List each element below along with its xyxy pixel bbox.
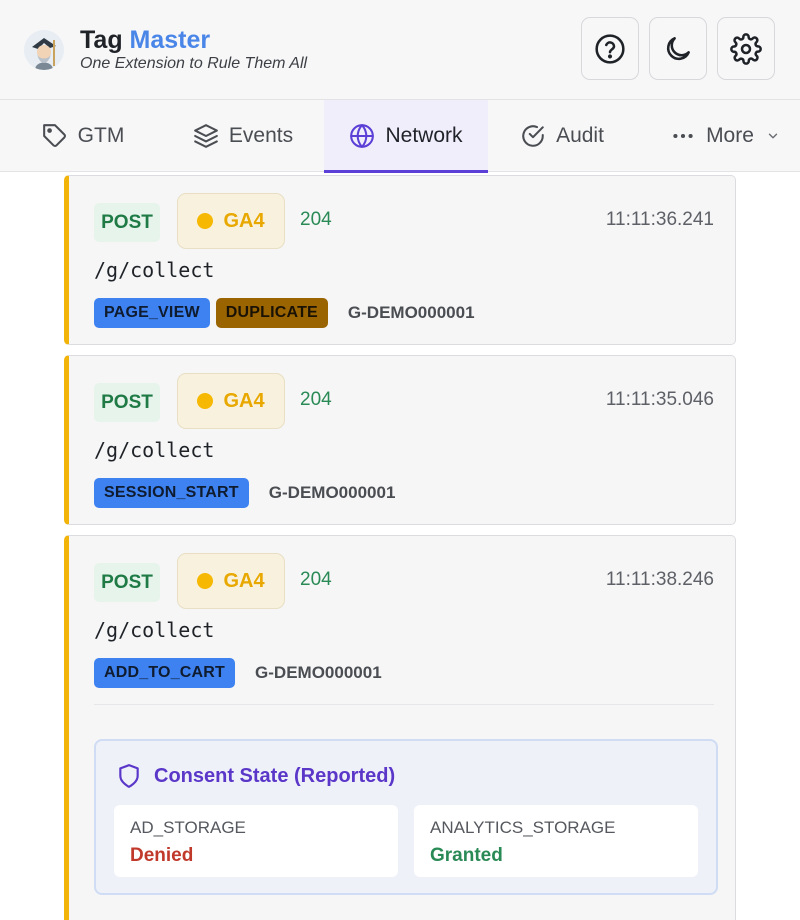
event-badge: PAGE_VIEW: [94, 298, 210, 328]
check-circle-icon: [522, 125, 544, 147]
measurement-id: G-DEMO000001: [347, 303, 475, 322]
event-badge: SESSION_START: [94, 478, 249, 508]
consent-panel: Consent State (Reported) AD_STORAGE Deni…: [94, 739, 718, 895]
shield-icon: [119, 764, 139, 788]
vendor-badge: GA4: [177, 193, 285, 249]
vendor-dot-icon: [197, 393, 214, 409]
app-title: Tag Master: [80, 26, 211, 54]
duplicate-badge: DUPLICATE: [215, 298, 328, 328]
tab-gtm[interactable]: GTM: [8, 100, 158, 172]
method-badge: POST: [94, 383, 160, 422]
consent-value: Denied: [130, 845, 194, 866]
app-header: Tag Master One Extension to Rule Them Al…: [0, 0, 800, 100]
tab-network[interactable]: Network: [324, 100, 488, 173]
tag-icon: [42, 124, 66, 147]
measurement-id: G-DEMO000001: [268, 483, 396, 502]
layers-icon: [194, 124, 218, 148]
divider: [94, 704, 714, 705]
ellipsis-icon: [673, 133, 693, 139]
tab-audit[interactable]: Audit: [500, 100, 624, 172]
chevron-down-icon: [768, 133, 778, 139]
consent-key: ANALYTICS_STORAGE: [430, 818, 616, 837]
timestamp: 11:11:36.241: [605, 209, 714, 230]
settings-button[interactable]: [717, 17, 775, 80]
globe-icon: [350, 124, 375, 148]
method-badge: POST: [94, 203, 160, 242]
badge-row: PAGE_VIEW DUPLICATE G-DEMO000001: [94, 298, 475, 328]
app-subtitle: One Extension to Rule Them All: [80, 55, 308, 72]
help-circle-icon: [595, 33, 625, 64]
request-card[interactable]: POST GA4 204 11:11:35.046 /g/collect SES…: [64, 355, 736, 525]
badge-row: ADD_TO_CART G-DEMO000001: [94, 658, 382, 688]
consent-title: Consent State (Reported): [116, 763, 395, 789]
tab-events[interactable]: Events: [168, 100, 318, 172]
status-code: 204: [300, 569, 332, 590]
logo: [24, 30, 64, 70]
vendor-dot-icon: [197, 573, 214, 589]
consent-item-analytics-storage: ANALYTICS_STORAGE Granted: [414, 805, 698, 877]
request-path: /g/collect: [94, 258, 215, 282]
tab-more[interactable]: More: [650, 100, 800, 172]
vendor-badge: GA4: [177, 553, 285, 609]
method-badge: POST: [94, 563, 160, 602]
status-code: 204: [300, 389, 332, 410]
event-badge: ADD_TO_CART: [94, 658, 236, 688]
theme-toggle-button[interactable]: [649, 17, 707, 80]
request-card[interactable]: POST GA4 204 11:11:36.241 /g/collect PAG…: [64, 175, 736, 345]
gear-icon: [730, 32, 762, 65]
moon-icon: [666, 36, 690, 60]
consent-key: AD_STORAGE: [130, 818, 246, 837]
status-code: 204: [300, 209, 332, 230]
request-path: /g/collect: [94, 438, 215, 462]
badge-row: SESSION_START G-DEMO000001: [94, 478, 395, 508]
timestamp: 11:11:38.246: [605, 569, 714, 590]
consent-value: Granted: [430, 845, 503, 866]
consent-item-ad-storage: AD_STORAGE Denied: [114, 805, 398, 877]
help-button[interactable]: [581, 17, 639, 80]
vendor-dot-icon: [197, 213, 214, 229]
tab-bar: GTM Events Network Audit More: [0, 100, 800, 173]
timestamp: 11:11:35.046: [605, 389, 714, 410]
measurement-id: G-DEMO000001: [255, 663, 382, 682]
vendor-badge: GA4: [177, 373, 285, 429]
request-card-expanded[interactable]: POST GA4 204 11:11:38.246 /g/collect ADD…: [64, 535, 736, 920]
request-path: /g/collect: [94, 618, 215, 642]
